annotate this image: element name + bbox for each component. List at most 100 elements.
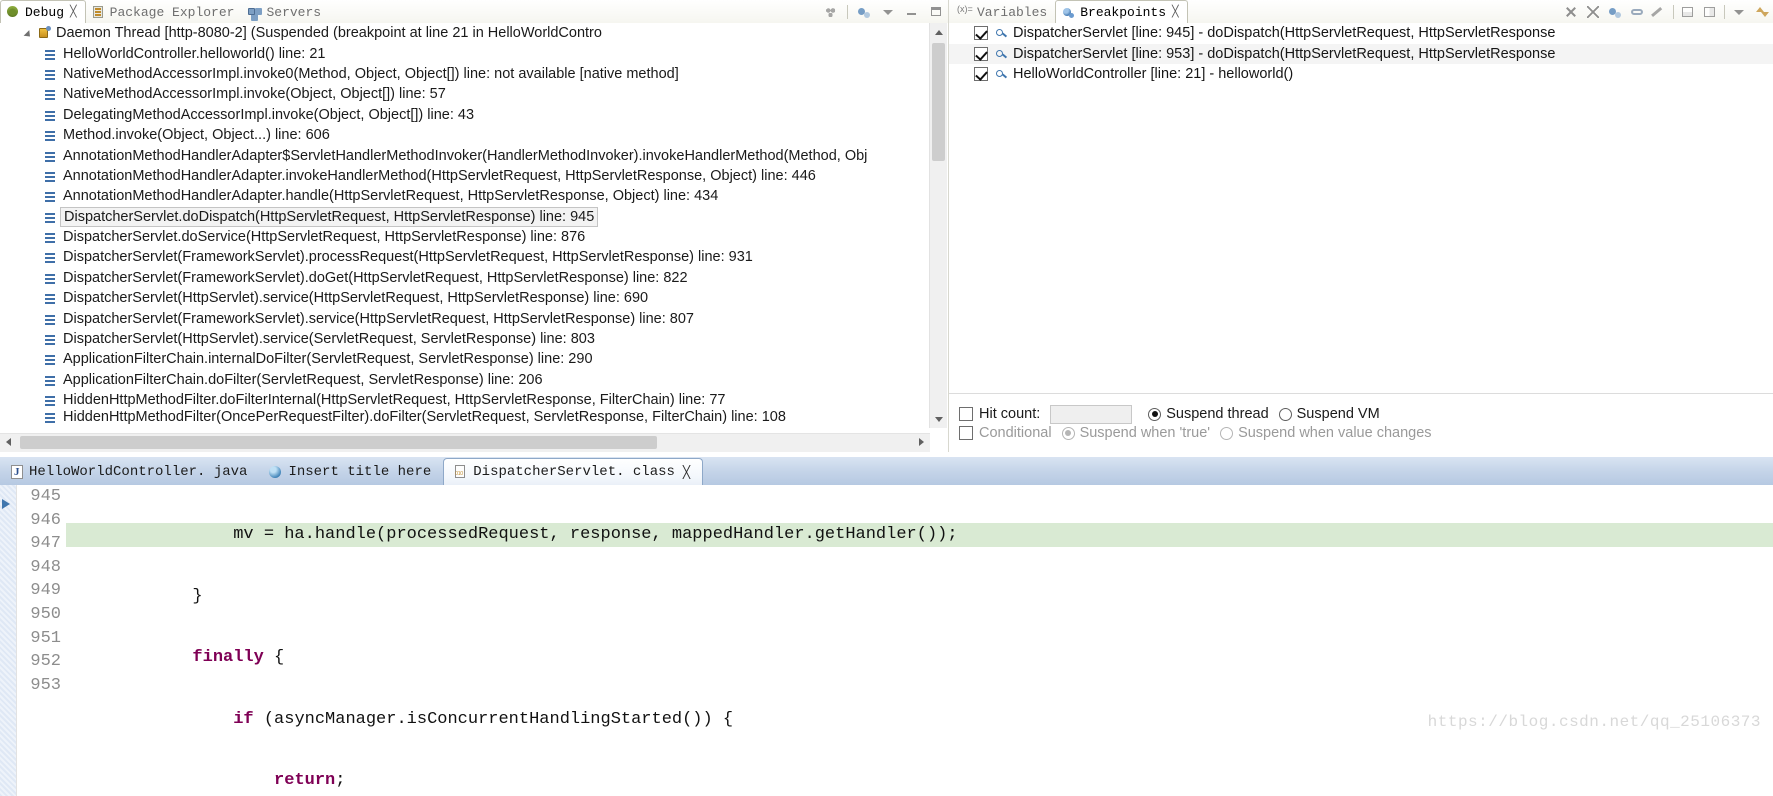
- tab-dispatcherservlet-class[interactable]: DispatcherServlet. class ╳: [443, 458, 704, 485]
- code-line[interactable]: }: [66, 585, 1773, 609]
- stack-frame-label: DispatcherServlet(FrameworkServlet).proc…: [63, 249, 753, 266]
- stack-frame-icon: [42, 290, 58, 306]
- hit-count-input[interactable]: [1050, 404, 1133, 424]
- table-row[interactable]: DispatcherServlet(HttpServlet).service(S…: [0, 329, 930, 349]
- tree-row-thread[interactable]: Daemon Thread [http-8080-2] (Suspended (…: [0, 23, 930, 43]
- hit-count-checkbox[interactable]: [959, 407, 973, 421]
- tab-breakpoints[interactable]: Breakpoints ╳: [1055, 0, 1188, 23]
- view-menu-icon[interactable]: [880, 4, 896, 20]
- suspend-thread-radio[interactable]: [1148, 407, 1162, 421]
- breakpoint-enabled-checkbox[interactable]: [974, 46, 988, 61]
- tab-debug[interactable]: Debug ╳: [0, 0, 86, 23]
- breakpoints-list[interactable]: DispatcherServlet [line: 945] - doDispat…: [949, 23, 1773, 393]
- breakpoints-view-toolbar: [1563, 2, 1769, 22]
- collapse-all-icon[interactable]: [1702, 4, 1718, 20]
- suspend-when-value-changes-radio[interactable]: [1220, 426, 1234, 440]
- table-row-selected[interactable]: DispatcherServlet.doDispatch(HttpServlet…: [0, 206, 930, 227]
- table-row[interactable]: NativeMethodAccessorImpl.invoke0(Method,…: [0, 64, 930, 84]
- debug-view-tabbar: Debug ╳ Package Explorer Servers: [0, 0, 948, 23]
- code-line[interactable]: return;: [66, 769, 1773, 793]
- scroll-down-icon[interactable]: [930, 411, 947, 428]
- table-row[interactable]: HelloWorldController.helloworld() line: …: [0, 43, 930, 63]
- tab-servers[interactable]: Servers: [242, 1, 329, 23]
- debug-stack-tree[interactable]: Daemon Thread [http-8080-2] (Suspended (…: [0, 23, 930, 428]
- stack-frame-label: DispatcherServlet.doDispatch(HttpServlet…: [60, 206, 599, 227]
- stack-frame-label: AnnotationMethodHandlerAdapter$ServletHa…: [63, 147, 868, 164]
- table-row[interactable]: DispatcherServlet(FrameworkServlet).serv…: [0, 308, 930, 328]
- table-row[interactable]: DispatcherServlet.doService(HttpServletR…: [0, 227, 930, 247]
- breakpoints-icon: [1060, 4, 1076, 20]
- stack-frame-label: DispatcherServlet(HttpServlet).service(H…: [63, 290, 649, 307]
- table-row[interactable]: AnnotationMethodHandlerAdapter$ServletHa…: [0, 145, 930, 165]
- code-keyword: return: [274, 771, 336, 791]
- editor-marker-column[interactable]: [0, 485, 17, 796]
- debug-tree-vertical-scrollbar[interactable]: [929, 23, 947, 428]
- table-row[interactable]: HiddenHttpMethodFilter.doFilterInternal(…: [0, 390, 930, 410]
- breakpoint-enabled-checkbox[interactable]: [974, 26, 988, 41]
- sort-icon[interactable]: [1753, 4, 1769, 20]
- scroll-left-icon[interactable]: [0, 434, 17, 451]
- suspend-when-value-changes-label: Suspend when value changes: [1238, 426, 1432, 440]
- tab-package-explorer[interactable]: Package Explorer: [86, 1, 243, 23]
- servers-icon: [246, 4, 262, 20]
- debug-view-icon[interactable]: [856, 4, 872, 20]
- skip-all-breakpoints-icon[interactable]: [1651, 4, 1667, 20]
- table-row[interactable]: DispatcherServlet(FrameworkServlet).proc…: [0, 247, 930, 267]
- table-row[interactable]: HiddenHttpMethodFilter(OncePerRequestFil…: [0, 410, 930, 424]
- list-item[interactable]: DispatcherServlet [line: 945] - doDispat…: [949, 23, 1773, 44]
- editor-code-area[interactable]: mv = ha.handle(processedRequest, respons…: [66, 485, 1773, 796]
- code-line[interactable]: mv = ha.handle(processedRequest, respons…: [66, 523, 1773, 547]
- suspend-vm-radio[interactable]: [1278, 407, 1292, 421]
- maximize-icon[interactable]: [928, 4, 944, 20]
- close-icon[interactable]: ╳: [1172, 5, 1179, 19]
- tab-insert-title-here[interactable]: Insert title here: [259, 459, 443, 485]
- table-row[interactable]: DispatcherServlet(HttpServlet).service(H…: [0, 288, 930, 308]
- conditional-checkbox[interactable]: [959, 426, 973, 440]
- editor-tabbar: HelloWorldController. java Insert title …: [0, 457, 1773, 486]
- debug-tree-horizontal-scrollbar[interactable]: [0, 433, 930, 452]
- scroll-right-icon[interactable]: [913, 434, 930, 451]
- minimize-icon[interactable]: [904, 4, 920, 20]
- code-text: {: [263, 648, 285, 668]
- table-row[interactable]: AnnotationMethodHandlerAdapter.invokeHan…: [0, 166, 930, 186]
- remove-all-breakpoints-icon[interactable]: [1585, 4, 1601, 20]
- table-row[interactable]: DispatcherServlet(FrameworkServlet).doGe…: [0, 268, 930, 288]
- stack-frame-icon: [42, 209, 58, 225]
- tab-helloworldcontroller-java[interactable]: HelloWorldController. java: [0, 459, 259, 485]
- table-row[interactable]: NativeMethodAccessorImpl.invoke(Object, …: [0, 84, 930, 104]
- scroll-up-icon[interactable]: [930, 23, 947, 40]
- breakpoint-icon: [993, 25, 1009, 41]
- table-row[interactable]: ApplicationFilterChain.internalDoFilter(…: [0, 349, 930, 369]
- eclipse-debug-perspective: Debug ╳ Package Explorer Servers Daemon …: [0, 0, 1773, 796]
- chevron-down-icon[interactable]: [22, 26, 36, 40]
- remove-breakpoint-icon[interactable]: [1563, 4, 1579, 20]
- thread-label: Daemon Thread [http-8080-2] (Suspended (…: [56, 25, 602, 42]
- link-with-debug-view-icon[interactable]: [1629, 4, 1645, 20]
- scroll-thumb[interactable]: [932, 43, 945, 161]
- scroll-thumb-h[interactable]: [20, 436, 657, 449]
- stack-frame-icon: [42, 372, 58, 388]
- close-icon[interactable]: ╳: [70, 5, 77, 19]
- list-item[interactable]: HelloWorldController [line: 21] - hellow…: [949, 64, 1773, 85]
- code-text: }: [70, 586, 203, 606]
- breakpoint-icon: [993, 66, 1009, 82]
- debug-view: Debug ╳ Package Explorer Servers Daemon …: [0, 0, 949, 452]
- table-row[interactable]: AnnotationMethodHandlerAdapter.handle(Ht…: [0, 186, 930, 206]
- stack-frame-label: HelloWorldController.helloworld() line: …: [63, 45, 326, 62]
- stack-frame-icon: [42, 148, 58, 164]
- table-row[interactable]: Method.invoke(Object, Object...) line: 6…: [0, 125, 930, 145]
- view-menu-icon[interactable]: [1731, 4, 1747, 20]
- close-icon[interactable]: ╳: [683, 465, 690, 480]
- stack-frame-label: DispatcherServlet(FrameworkServlet).doGe…: [63, 269, 688, 286]
- list-item-selected[interactable]: DispatcherServlet [line: 953] - doDispat…: [949, 43, 1773, 64]
- code-line[interactable]: finally {: [66, 646, 1773, 670]
- tab-variables[interactable]: Variables: [953, 1, 1055, 23]
- breakpoint-group-icon[interactable]: [1607, 4, 1623, 20]
- table-row[interactable]: ApplicationFilterChain.doFilter(ServletR…: [0, 370, 930, 390]
- table-row[interactable]: DelegatingMethodAccessorImpl.invoke(Obje…: [0, 105, 930, 125]
- breakpoint-enabled-checkbox[interactable]: [974, 67, 988, 82]
- filter-icon[interactable]: [823, 4, 839, 20]
- stack-frame-label: HiddenHttpMethodFilter.doFilterInternal(…: [63, 392, 726, 409]
- suspend-when-true-radio[interactable]: [1061, 426, 1075, 440]
- expand-all-icon[interactable]: [1680, 4, 1696, 20]
